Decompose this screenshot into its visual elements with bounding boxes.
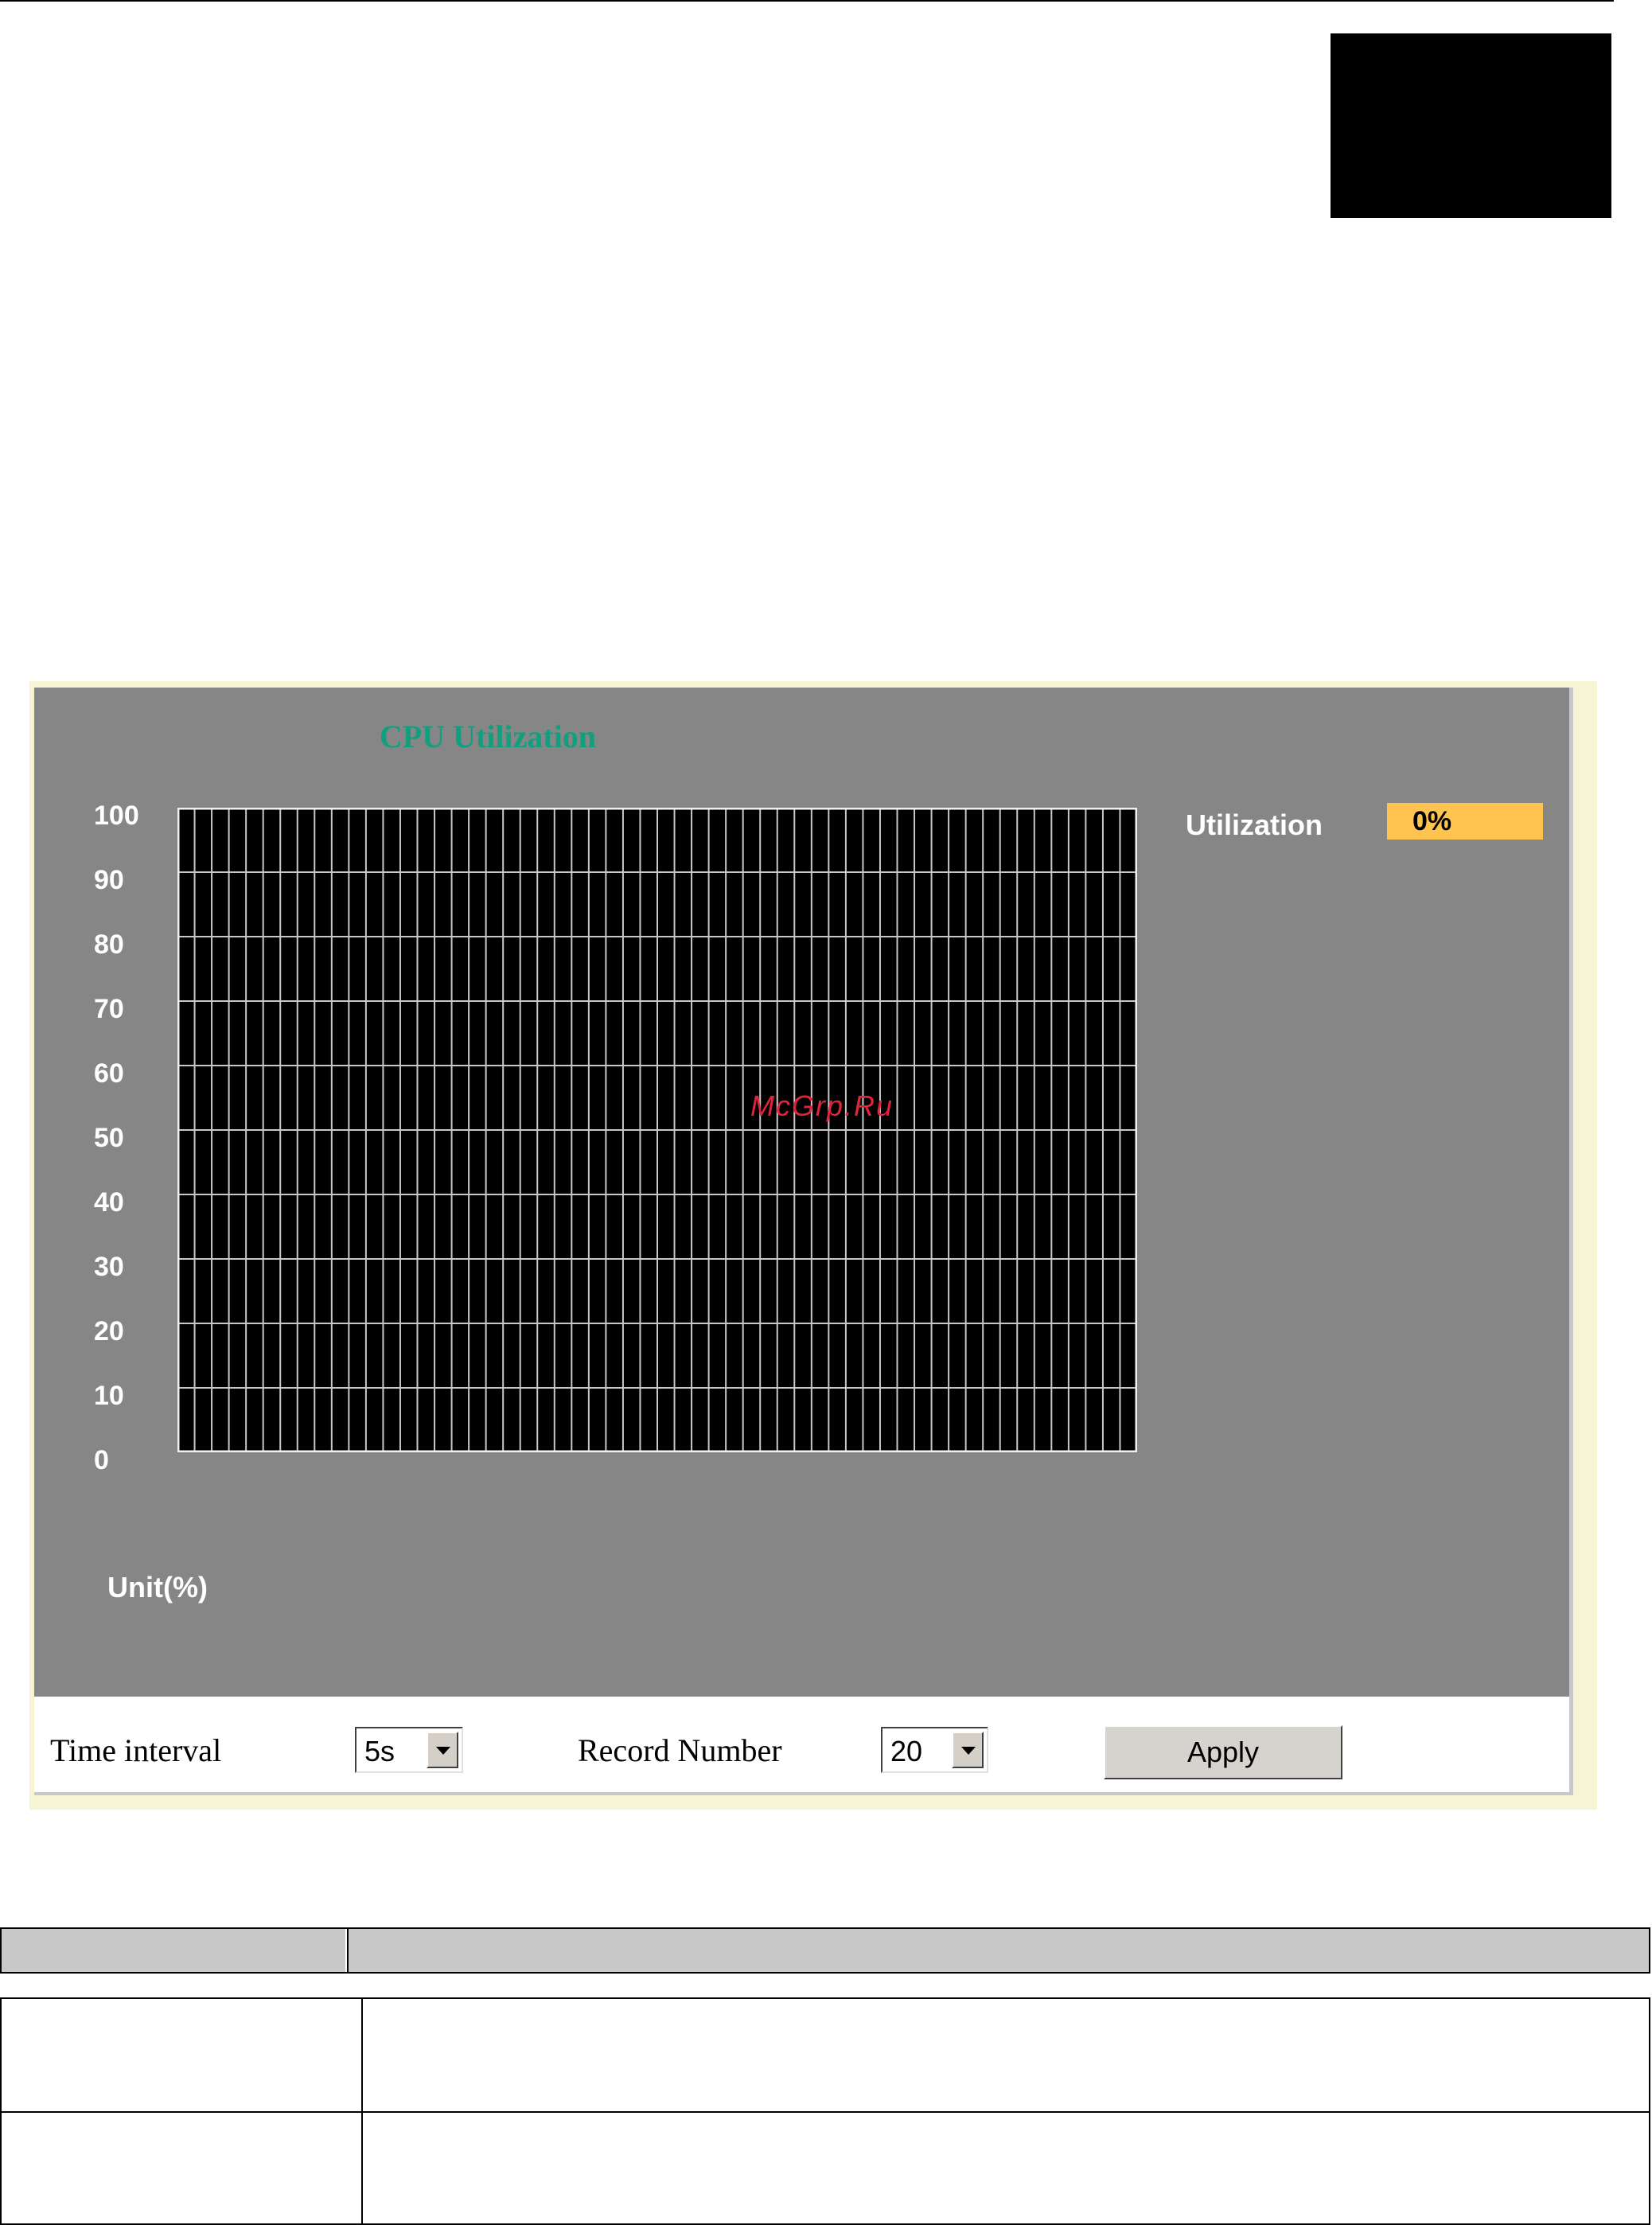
record-number-select[interactable]: 20 bbox=[881, 1727, 988, 1773]
top-rule bbox=[0, 0, 1614, 2]
record-number-label: Record Number bbox=[578, 1732, 782, 1768]
table-row bbox=[0, 1997, 1650, 2113]
controls-bar: Time interval 5s Record Number 20 Apply bbox=[34, 1698, 1569, 1792]
y-tick-label: 100 bbox=[94, 801, 139, 831]
utilization-plot bbox=[177, 808, 1137, 1452]
time-interval-label: Time interval bbox=[50, 1732, 222, 1768]
y-tick-label: 40 bbox=[94, 1187, 124, 1218]
table-row bbox=[0, 2111, 1650, 2225]
y-tick-label: 70 bbox=[94, 994, 124, 1024]
chevron-down-icon[interactable] bbox=[427, 1732, 458, 1768]
table-header-row bbox=[0, 1927, 1650, 1974]
table-cell bbox=[2, 1999, 363, 2111]
time-interval-select[interactable]: 5s bbox=[355, 1727, 463, 1773]
chart-title-text: CPU Utilization bbox=[379, 719, 597, 754]
y-tick-label: 80 bbox=[94, 929, 124, 960]
y-tick-label: 0 bbox=[94, 1445, 109, 1475]
utilization-label: Utilization bbox=[1186, 809, 1323, 841]
table-cell bbox=[2, 2113, 363, 2223]
watermark-text: McGrp.Ru bbox=[750, 1089, 894, 1122]
y-tick-label: 20 bbox=[94, 1316, 124, 1346]
cpu-utilization-window: CPU Utilization 100 90 80 70 60 50 40 30 20 10 0 M… bbox=[29, 681, 1597, 1810]
cpu-utilization-panel: CPU Utilization 100 90 80 70 60 50 40 30 20 10 0 M… bbox=[34, 688, 1573, 1795]
y-tick-label: 50 bbox=[94, 1123, 124, 1153]
record-number-value: 20 bbox=[890, 1735, 923, 1767]
chart-area: CPU Utilization 100 90 80 70 60 50 40 30 20 10 0 M… bbox=[34, 688, 1569, 1697]
corner-black-block bbox=[1331, 33, 1611, 218]
chevron-down-icon[interactable] bbox=[952, 1732, 984, 1768]
y-tick-label: 10 bbox=[94, 1381, 124, 1411]
table-header-cell bbox=[2, 1929, 347, 1972]
y-tick-label: 60 bbox=[94, 1058, 124, 1089]
utilization-value: 0% bbox=[1387, 803, 1543, 840]
apply-button[interactable]: Apply bbox=[1104, 1725, 1342, 1779]
table-header-divider bbox=[347, 1929, 364, 1972]
y-tick-label: 30 bbox=[94, 1252, 124, 1282]
unit-label: Unit(%) bbox=[107, 1571, 208, 1603]
time-interval-value: 5s bbox=[364, 1735, 395, 1767]
y-tick-label: 90 bbox=[94, 865, 124, 895]
chart-title: CPU Utilization bbox=[34, 718, 1069, 755]
